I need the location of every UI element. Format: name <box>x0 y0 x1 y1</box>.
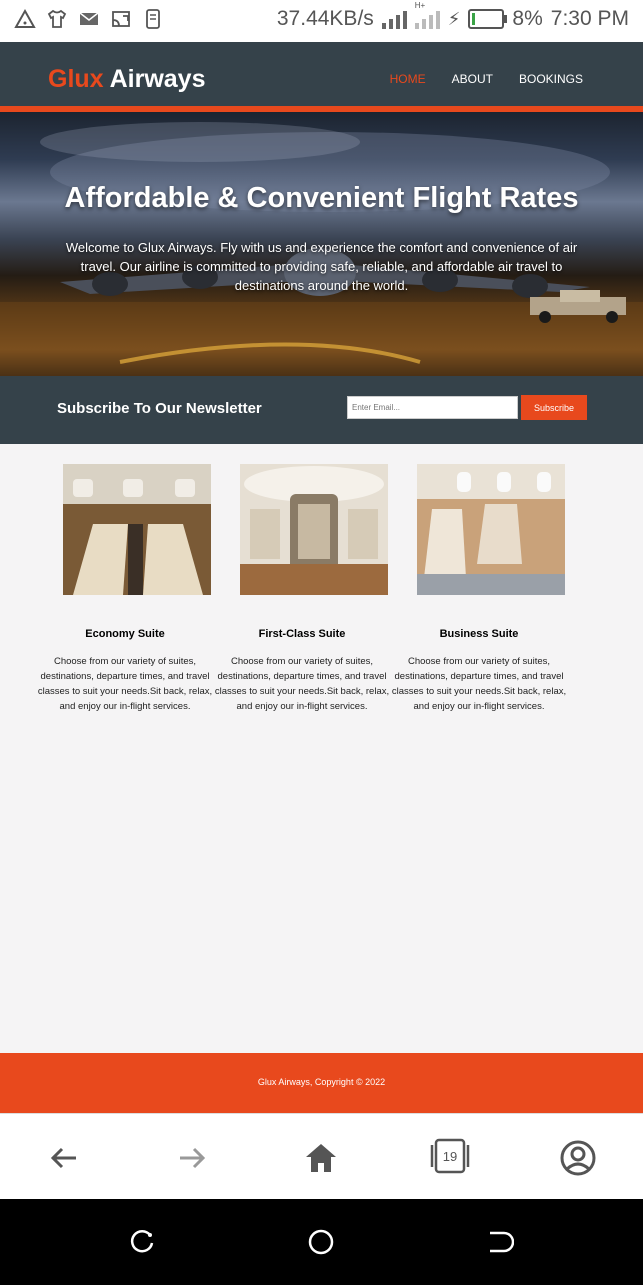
suite-title: Business Suite <box>439 628 519 640</box>
network-type-label: H+ <box>414 1 426 10</box>
suite-description: Choose from our variety of suites, desti… <box>391 656 567 712</box>
charging-icon: ⚡︎ <box>447 8 461 29</box>
account-icon <box>560 1140 596 1176</box>
site-header: Glux Airways HOME ABOUT BOOKINGS <box>0 42 643 106</box>
back-button[interactable] <box>44 1138 84 1178</box>
system-nav-bar <box>0 1199 643 1285</box>
clock: 7:30 PM <box>550 7 629 30</box>
email-field[interactable] <box>347 396 518 419</box>
phone-icon <box>146 9 160 29</box>
tabs-button[interactable]: 19 <box>428 1138 472 1178</box>
home-circle-icon[interactable] <box>306 1227 336 1257</box>
cast-icon <box>112 11 130 27</box>
network-speed: 37.44KB/s <box>276 7 374 30</box>
nav-bookings[interactable]: BOOKINGS <box>519 72 583 86</box>
hero-description: Welcome to Glux Airways. Fly with us and… <box>65 240 578 293</box>
business-suite-image <box>417 464 565 595</box>
brand-logo[interactable]: Glux Airways <box>48 65 205 94</box>
nav-about[interactable]: ABOUT <box>452 72 493 86</box>
back-nav-icon[interactable] <box>484 1227 514 1257</box>
signal-strength-icon <box>381 9 407 29</box>
network-type: H+ <box>414 1 440 29</box>
brand-name: Airways <box>103 65 206 93</box>
account-button[interactable] <box>558 1138 598 1178</box>
forward-button[interactable] <box>172 1138 212 1178</box>
status-bar: 37.44KB/s H+ ⚡︎ 8% 7:30 PM <box>0 0 643 42</box>
battery-percent: 8% <box>512 7 543 30</box>
subscribe-button[interactable]: Subscribe <box>521 395 587 420</box>
site-footer: Glux Airways, Copyright © 2022 <box>0 1053 643 1113</box>
newsletter-section: Subscribe To Our Newsletter Subscribe <box>0 376 643 444</box>
mail-icon <box>79 12 99 25</box>
home-button[interactable] <box>301 1138 341 1178</box>
battery-icon <box>468 9 508 29</box>
newsletter-title: Subscribe To Our Newsletter <box>57 400 262 417</box>
triangle-alert-icon <box>14 8 36 28</box>
browser-toolbar: 19 <box>0 1113 643 1200</box>
brand-highlight: Glux <box>48 65 104 93</box>
back-arrow-icon <box>50 1147 76 1169</box>
economy-suite-image <box>63 464 211 595</box>
suite-title: Economy Suite <box>85 628 165 640</box>
nav-home[interactable]: HOME <box>390 72 426 86</box>
tab-count: 19 <box>442 1148 458 1164</box>
suite-title: First-Class Suite <box>258 628 346 640</box>
home-icon <box>306 1144 336 1172</box>
forward-arrow-icon <box>180 1147 206 1169</box>
hero-banner: Affordable & Convenient Flight Rates Wel… <box>0 112 643 376</box>
tshirt-icon <box>47 9 67 28</box>
hero-title: Affordable & Convenient Flight Rates <box>64 182 579 214</box>
signal-strength-secondary-icon <box>414 9 440 29</box>
recent-apps-icon[interactable] <box>128 1227 158 1257</box>
main-nav: HOME ABOUT BOOKINGS <box>390 72 583 86</box>
first-class-suite-image <box>240 464 388 595</box>
suite-description: Choose from our variety of suites, desti… <box>37 656 213 712</box>
suite-description: Choose from our variety of suites, desti… <box>214 656 390 712</box>
copyright-text: Glux Airways, Copyright © 2022 <box>257 1077 386 1087</box>
